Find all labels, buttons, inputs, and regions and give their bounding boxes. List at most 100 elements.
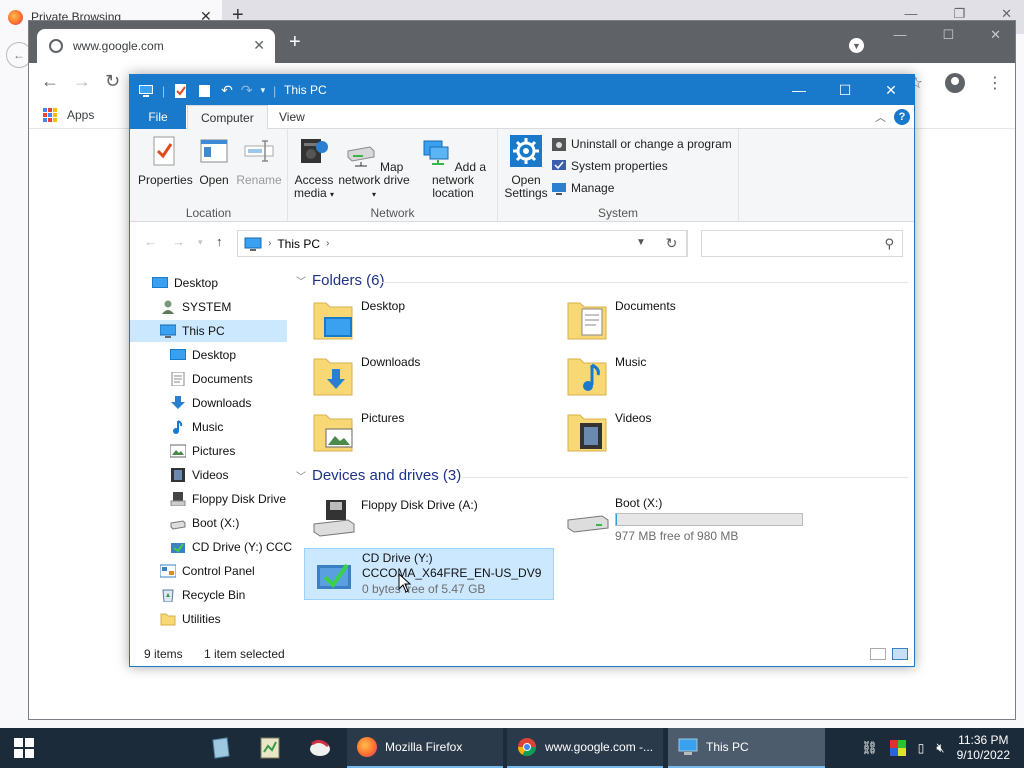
back-icon[interactable]: ← [41, 71, 59, 92]
nav-pc-desktop[interactable]: Desktop [170, 344, 236, 366]
breadcrumb-this-pc[interactable]: This PC [277, 237, 320, 251]
drive-usage-fill [616, 514, 617, 525]
restore-icon[interactable]: ☐ [942, 27, 954, 43]
nav-cd-drive[interactable]: CD Drive (Y:) CCC [170, 536, 292, 558]
nav-music[interactable]: Music [170, 416, 223, 438]
add-network-location-button[interactable]: Add a network location [412, 135, 494, 200]
drives-section-header[interactable]: ﹀ Devices and drives (3) [296, 467, 461, 484]
new-folder-icon[interactable] [197, 84, 213, 98]
ribbon-tabs: File Computer View ︿ ? [130, 105, 914, 130]
forward-icon[interactable]: → [172, 234, 185, 249]
folders-section-header[interactable]: ﹀ Folders (6) [296, 272, 385, 289]
minimize-button[interactable]: — [776, 75, 822, 105]
close-tab-icon[interactable]: ✕ [253, 37, 265, 54]
explorer-titlebar[interactable]: | ↶ ↷ ▾ | This PC — ☐ ✕ [130, 75, 914, 105]
details-view-icon[interactable] [870, 648, 886, 660]
nav-recycle-bin[interactable]: Recycle Bin [160, 584, 245, 606]
drive-tile-floppy[interactable]: Floppy Disk Drive (A:) [304, 492, 554, 544]
nav-documents[interactable]: Documents [170, 368, 253, 390]
usb-tray-icon[interactable]: ▯ [918, 741, 925, 755]
close-window-icon[interactable]: ✕ [990, 27, 1001, 43]
minimize-icon[interactable]: — [893, 27, 906, 43]
nav-floppy[interactable]: Floppy Disk Drive [170, 488, 286, 510]
color-app-tray-icon[interactable] [889, 740, 906, 756]
folder-tile-desktop[interactable]: Desktop [304, 293, 554, 345]
maximize-button[interactable]: ☐ [822, 75, 868, 105]
apps-grid-icon[interactable] [43, 107, 57, 122]
taskbar-chrome[interactable]: www.google.com -... [507, 728, 663, 768]
collapse-ribbon-icon[interactable]: ︿ [875, 109, 886, 125]
nav-control-panel[interactable]: Control Panel [160, 560, 255, 582]
content-pane: ﹀ Folders (6) Desktop Documents Download… [290, 265, 910, 645]
large-icons-view-icon[interactable] [892, 648, 908, 660]
properties-button[interactable]: Properties [138, 135, 193, 187]
pinned-app-icon[interactable] [209, 736, 233, 760]
taskbar-firefox[interactable]: Mozilla Firefox [347, 728, 503, 768]
apps-bookmark[interactable]: Apps [67, 108, 94, 122]
new-tab-icon[interactable]: + [289, 31, 301, 54]
drive-tile-boot[interactable]: Boot (X:) 977 MB free of 980 MB [558, 492, 808, 544]
refresh-icon[interactable]: ↻ [656, 230, 688, 257]
folder-tile-music[interactable]: Music [558, 349, 808, 401]
forward-icon[interactable]: → [73, 71, 91, 92]
mouse-cursor-icon [398, 573, 412, 593]
taskbar-explorer[interactable]: This PC [668, 728, 825, 768]
volume-muted-icon[interactable]: 🔇︎ [936, 740, 944, 756]
nav-this-pc[interactable]: This PC [130, 320, 287, 342]
search-input[interactable]: ⚲ [701, 230, 903, 257]
breadcrumb-chevron-icon: › [268, 238, 272, 249]
nav-desktop[interactable]: Desktop [152, 272, 218, 294]
help-icon[interactable]: ? [894, 109, 910, 125]
nav-utilities[interactable]: Utilities [160, 608, 221, 630]
redo-icon[interactable]: ↷ [241, 82, 253, 99]
folder-tile-videos[interactable]: Videos [558, 405, 808, 457]
tab-search-icon[interactable]: ▼ [849, 38, 864, 53]
chrome-tab-google[interactable]: www.google.com ✕ [37, 29, 275, 63]
nav-videos[interactable]: Videos [170, 464, 228, 486]
folder-tile-pictures[interactable]: Pictures [304, 405, 554, 457]
system-properties-button[interactable]: System properties [552, 159, 668, 173]
rename-button[interactable]: Rename [236, 135, 282, 187]
access-media-button[interactable]: Access media ▾ [292, 135, 336, 201]
pinned-task-manager-icon[interactable] [258, 736, 282, 760]
recent-locations-icon[interactable]: ▾ [198, 237, 203, 248]
back-icon[interactable]: ← [144, 234, 157, 249]
customize-qa-icon[interactable]: ▾ [261, 85, 266, 96]
network-location-icon [423, 140, 449, 165]
start-button[interactable] [0, 728, 48, 768]
up-icon[interactable]: ↑ [216, 234, 223, 249]
folder-tile-downloads[interactable]: Downloads [304, 349, 554, 401]
tab-file[interactable]: File [130, 105, 186, 129]
nav-downloads[interactable]: Downloads [170, 392, 251, 414]
drive-tile-cd[interactable]: CD Drive (Y:) CCCOMA_X64FRE_EN-US_DV9 0 … [304, 548, 554, 600]
uninstall-program-button[interactable]: Uninstall or change a program [552, 137, 732, 151]
reload-icon[interactable]: ↻ [105, 71, 120, 92]
open-button[interactable]: Open [196, 135, 232, 187]
nav-system[interactable]: SYSTEM [160, 296, 231, 318]
hard-drive-icon [567, 515, 609, 533]
tab-computer[interactable]: Computer [187, 105, 268, 130]
tab-view[interactable]: View [266, 105, 318, 129]
clock[interactable]: 11:36 PM 9/10/2022 [957, 733, 1010, 763]
folder-tile-documents[interactable]: Documents [558, 293, 808, 345]
collapse-chevron-icon[interactable]: ﹀ [296, 273, 306, 288]
undo-icon[interactable]: ↶ [221, 82, 233, 99]
close-button[interactable]: ✕ [868, 75, 914, 105]
address-dropdown-icon[interactable]: ▼ [636, 237, 646, 248]
section-divider [460, 477, 908, 478]
open-settings-button[interactable]: Open Settings [502, 135, 550, 200]
profile-icon[interactable] [945, 73, 965, 93]
manage-button[interactable]: Manage [552, 181, 614, 195]
nav-boot-drive[interactable]: Boot (X:) [170, 512, 239, 534]
collapse-chevron-icon[interactable]: ﹀ [296, 468, 306, 483]
breadcrumb-chevron-icon[interactable]: › [326, 238, 329, 249]
address-bar[interactable]: › This PC › [237, 230, 687, 257]
properties-check-icon[interactable] [173, 83, 189, 98]
nav-pictures[interactable]: Pictures [170, 440, 235, 462]
map-network-drive-button[interactable]: Map network drive ▾ [338, 135, 410, 201]
chrome-menu-icon[interactable]: ⋮ [987, 73, 1003, 93]
cd-drive-icon [171, 543, 185, 553]
network-tray-icon[interactable]: ⛓ [861, 740, 878, 756]
network-drive-icon [347, 146, 375, 167]
pinned-app-2-icon[interactable] [308, 736, 332, 760]
